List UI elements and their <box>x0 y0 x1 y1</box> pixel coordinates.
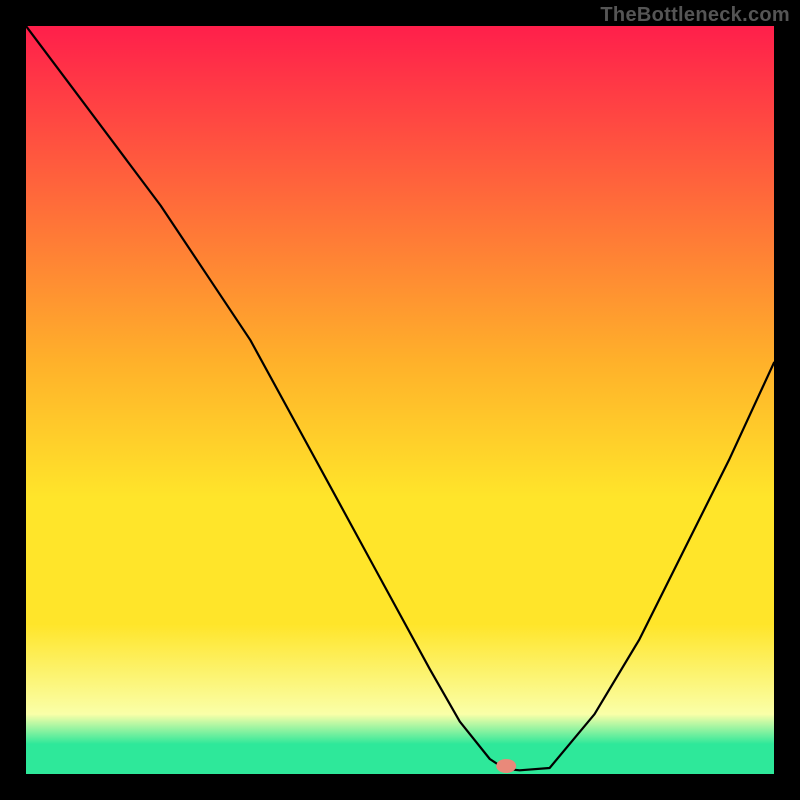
gradient-background <box>26 26 774 774</box>
chart-stage: TheBottleneck.com <box>0 0 800 800</box>
plot-area <box>26 26 774 774</box>
watermark-text: TheBottleneck.com <box>600 4 790 27</box>
chart-svg <box>26 26 774 774</box>
minimum-marker <box>496 759 516 773</box>
